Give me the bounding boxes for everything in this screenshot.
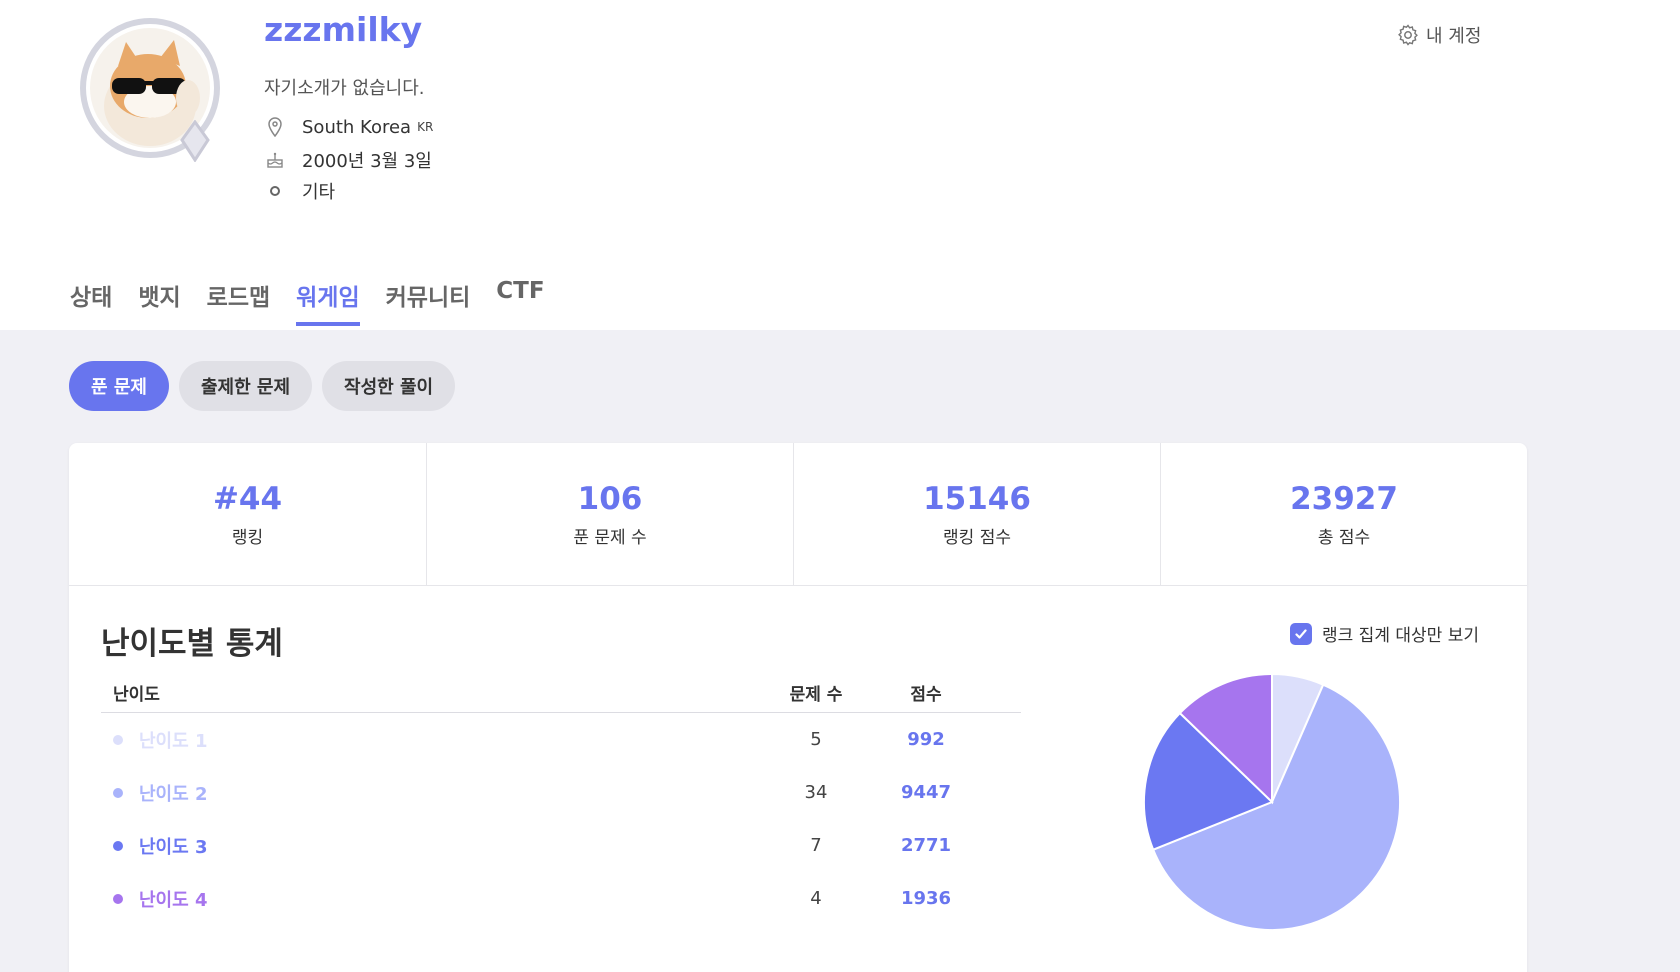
level-badge-icon — [180, 120, 210, 162]
stat-value: #44 — [212, 480, 283, 517]
rank-only-toggle[interactable]: 랭크 집계 대상만 보기 — [1290, 621, 1479, 646]
level-label: 난이도 1 — [139, 730, 208, 752]
score-value: 9447 — [900, 782, 952, 803]
filter-solved-button[interactable]: 푼 문제 — [69, 361, 169, 411]
difficulty-level[interactable]: 난이도 1 — [101, 727, 761, 753]
rank-only-label: 랭크 집계 대상만 보기 — [1322, 626, 1479, 646]
tab-wargame[interactable]: 워게임 — [296, 278, 360, 326]
tab-community[interactable]: 커뮤니티 — [386, 278, 471, 326]
gear-icon — [1398, 24, 1418, 46]
profile-tabs: 상태 뱃지 로드맵 워게임 커뮤니티 CTF — [70, 278, 545, 326]
summary-stats: #44 랭킹 106 푼 문제 수 15146 랭킹 점수 23927 총 점수 — [69, 443, 1527, 586]
rank-only-checkbox[interactable] — [1290, 622, 1312, 645]
stat-label: 랭킹 — [231, 527, 264, 548]
table-row: 난이도 3 7 2771 — [101, 819, 1021, 872]
gender-row: 기타 — [264, 178, 335, 204]
gender: 기타 — [302, 182, 336, 203]
level-color-dot — [113, 840, 123, 851]
stat-ranking-score: 15146 랭킹 점수 — [794, 443, 1161, 585]
level-color-dot — [113, 734, 123, 745]
my-account-button[interactable]: 내 계정 — [1396, 22, 1481, 48]
profile-header: zzzmilky 자기소개가 없습니다. South Korea KR 2000… — [0, 0, 1680, 330]
stat-label: 랭킹 점수 — [943, 527, 1011, 548]
table-row: 난이도 1 5 992 — [101, 713, 1021, 766]
table-body: 난이도 1 5 992 난이도 2 34 9447 난이도 3 7 2771 난이도 4 4 1936 — [101, 713, 1021, 925]
stat-ranking: #44 랭킹 — [69, 443, 427, 585]
location-pin-icon — [264, 116, 286, 138]
stat-label: 총 점수 — [1317, 527, 1371, 548]
difficulty-table: 난이도 문제 수 점수 난이도 1 5 992 난이도 2 34 9447 난이도 3 7 27… — [101, 673, 1021, 925]
filter-authored-button[interactable]: 출제한 문제 — [178, 361, 313, 411]
problem-count: 34 — [804, 782, 828, 803]
stat-value: 106 — [577, 480, 643, 517]
tab-status[interactable]: 상태 — [70, 278, 112, 326]
header-level: 난이도 — [113, 685, 160, 705]
level-color-dot — [113, 893, 123, 904]
header-score: 점수 — [910, 685, 942, 705]
tab-roadmap[interactable]: 로드맵 — [207, 278, 270, 326]
level-label: 난이도 4 — [139, 889, 208, 911]
difficulty-level[interactable]: 난이도 3 — [101, 833, 761, 859]
stats-card: #44 랭킹 106 푼 문제 수 15146 랭킹 점수 23927 총 점수… — [69, 443, 1527, 972]
location-row: South Korea KR — [264, 116, 433, 138]
stat-total-score: 23927 총 점수 — [1161, 443, 1527, 585]
stat-label: 푼 문제 수 — [573, 527, 647, 548]
header-count: 문제 수 — [789, 685, 843, 705]
difficulty-level[interactable]: 난이도 4 — [101, 886, 761, 912]
table-row: 난이도 2 34 9447 — [101, 766, 1021, 819]
level-label: 난이도 2 — [139, 783, 208, 805]
birthday-row: 2000년 3월 3일 — [264, 147, 432, 173]
level-label: 난이도 3 — [139, 836, 208, 858]
stat-solved-count: 106 푼 문제 수 — [427, 443, 794, 585]
table-row: 난이도 4 4 1936 — [101, 872, 1021, 925]
difficulty-section-title: 난이도별 통계 — [101, 626, 283, 662]
score-value: 992 — [907, 729, 945, 750]
tab-ctf[interactable]: CTF — [496, 278, 544, 326]
stat-value: 15146 — [923, 480, 1031, 517]
my-account-label: 내 계정 — [1426, 26, 1482, 47]
level-color-dot — [113, 787, 123, 798]
cake-icon — [264, 149, 286, 171]
score-value: 1936 — [900, 888, 952, 909]
gender-icon — [264, 180, 286, 202]
table-header: 난이도 문제 수 점수 — [101, 673, 1021, 713]
filter-writeups-button[interactable]: 작성한 풀이 — [322, 361, 456, 411]
tab-badges[interactable]: 뱃지 — [138, 278, 180, 326]
birthday: 2000년 3월 3일 — [302, 151, 432, 172]
bio: 자기소개가 없습니다. — [264, 78, 425, 99]
problem-count: 5 — [810, 729, 822, 750]
problem-count: 7 — [810, 835, 822, 856]
username: zzzmilky — [264, 10, 423, 49]
checkmark-icon — [1295, 628, 1307, 639]
difficulty-pie-chart — [1143, 672, 1401, 931]
country-code: KR — [417, 120, 434, 134]
country-name: South Korea — [302, 116, 412, 138]
filter-pills: 푼 문제 출제한 문제 작성한 풀이 — [69, 361, 456, 411]
stat-value: 23927 — [1290, 480, 1398, 517]
avatar — [80, 18, 220, 162]
score-value: 2771 — [900, 835, 952, 856]
difficulty-level[interactable]: 난이도 2 — [101, 780, 761, 806]
problem-count: 4 — [810, 888, 822, 909]
